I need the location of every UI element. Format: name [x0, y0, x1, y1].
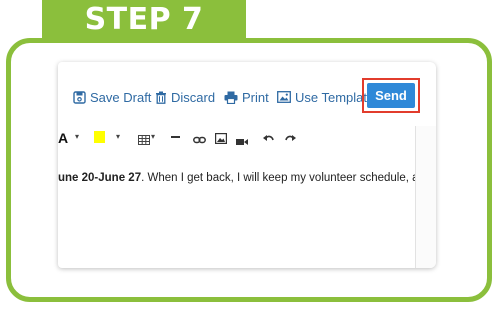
- printer-icon: [224, 91, 238, 104]
- message-bold-dates: une 20-June 27: [58, 172, 142, 184]
- link-icon[interactable]: [193, 132, 206, 150]
- image-template-icon: [277, 91, 291, 103]
- trash-icon: [156, 91, 166, 104]
- horizontal-rule-icon[interactable]: [171, 136, 180, 138]
- step-banner: STEP 7: [42, 0, 246, 38]
- font-icon[interactable]: A: [58, 130, 68, 146]
- table-icon[interactable]: [138, 132, 150, 150]
- undo-icon[interactable]: [263, 131, 274, 149]
- email-compose-window: Save Draft Discard Print Use Template Se…: [58, 62, 436, 268]
- print-button[interactable]: Print: [224, 89, 269, 105]
- print-label: Print: [242, 89, 269, 105]
- send-button[interactable]: Send: [367, 83, 415, 108]
- editor-scrollbar[interactable]: [415, 126, 436, 268]
- message-body[interactable]: une 20-June 27. When I get back, I will …: [58, 172, 418, 184]
- video-icon[interactable]: [236, 133, 248, 151]
- font-dropdown-arrow-icon[interactable]: ▾: [75, 132, 79, 141]
- compose-toolbar: Save Draft Discard Print Use Template Se…: [58, 62, 436, 126]
- highlight-icon[interactable]: [94, 130, 105, 143]
- format-toolbar: A ▾ ▾ ▾: [58, 126, 436, 150]
- highlight-dropdown-arrow-icon[interactable]: ▾: [116, 132, 120, 141]
- save-draft-label: Save Draft: [90, 89, 152, 105]
- discard-label: Discard: [171, 89, 216, 105]
- message-text: . When I get back, I will keep my volunt…: [141, 172, 418, 184]
- image-icon[interactable]: [215, 131, 228, 149]
- step-title: STEP 7: [84, 1, 204, 37]
- discard-button[interactable]: Discard: [155, 89, 215, 105]
- save-draft-button[interactable]: Save Draft: [73, 89, 151, 105]
- table-dropdown-arrow-icon[interactable]: ▾: [151, 132, 155, 141]
- redo-icon[interactable]: [285, 131, 296, 149]
- send-label: Send: [375, 88, 407, 103]
- highlight-swatch: [94, 131, 105, 143]
- use-template-button[interactable]: Use Template: [277, 89, 374, 105]
- save-icon: [73, 90, 86, 104]
